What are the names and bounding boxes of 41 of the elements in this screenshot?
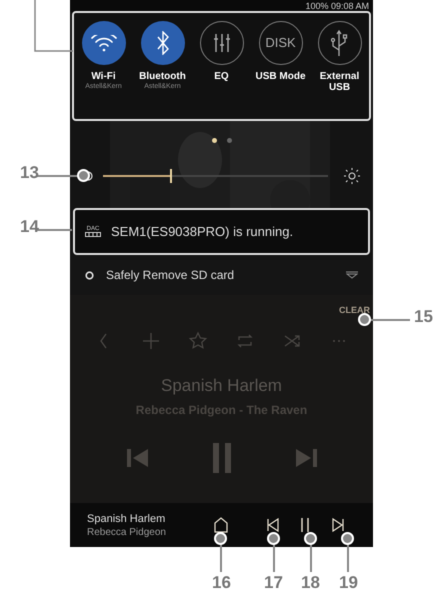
- callout-number: 15: [414, 308, 433, 325]
- wifi-toggle[interactable]: [82, 21, 126, 65]
- callout-number: 18: [301, 574, 320, 591]
- mini-player-title: Spanish Harlem: [87, 512, 166, 526]
- leader-line: [34, 0, 74, 52]
- expand-icon: [346, 271, 358, 279]
- next-icon[interactable]: [332, 518, 344, 532]
- callout-number: 13: [20, 164, 39, 181]
- wifi-icon: [90, 34, 116, 52]
- leader-line: [36, 175, 78, 176]
- previous-icon[interactable]: [267, 518, 279, 532]
- chip-icon: [85, 232, 101, 237]
- disk-toggle[interactable]: DISK: [258, 21, 302, 65]
- sun-icon: [344, 168, 360, 184]
- icon-label: DISK: [265, 34, 296, 52]
- usb-icon: [331, 30, 348, 56]
- usb-toggle[interactable]: [318, 21, 362, 65]
- status-text: 100% 09:08 AM: [305, 2, 369, 10]
- bluetooth-icon: [156, 31, 168, 55]
- ring-icon: [85, 270, 94, 280]
- callout-number: 14: [20, 218, 39, 235]
- bluetooth-toggle[interactable]: [140, 21, 184, 65]
- pause-icon[interactable]: [299, 517, 311, 533]
- brightness-slider[interactable]: [103, 169, 328, 183]
- toggle-label: Wi-Fi: [91, 71, 116, 82]
- track-title: Spanish Harlem: [160, 375, 283, 397]
- home-icon[interactable]: [214, 517, 228, 533]
- toggle-label: External USB: [318, 71, 360, 93]
- mini-player-artist: Rebecca Pidgeon: [87, 526, 167, 538]
- toggle-label: Bluetooth: [139, 71, 186, 82]
- leader-line: [36, 229, 72, 230]
- eq-toggle[interactable]: [200, 21, 244, 65]
- clear-button[interactable]: CLEAR: [339, 301, 370, 321]
- callout-number: 16: [212, 574, 231, 591]
- sliders-icon: [212, 33, 230, 53]
- notification-text: SEM1(ES9038PRO) is running.: [111, 222, 294, 241]
- callout-number: 17: [264, 574, 283, 591]
- callout-number: 19: [339, 574, 358, 591]
- star-icon[interactable]: [188, 331, 208, 351]
- toggle-label: EQ: [214, 71, 229, 82]
- toggle-label: USB Mode: [256, 71, 306, 82]
